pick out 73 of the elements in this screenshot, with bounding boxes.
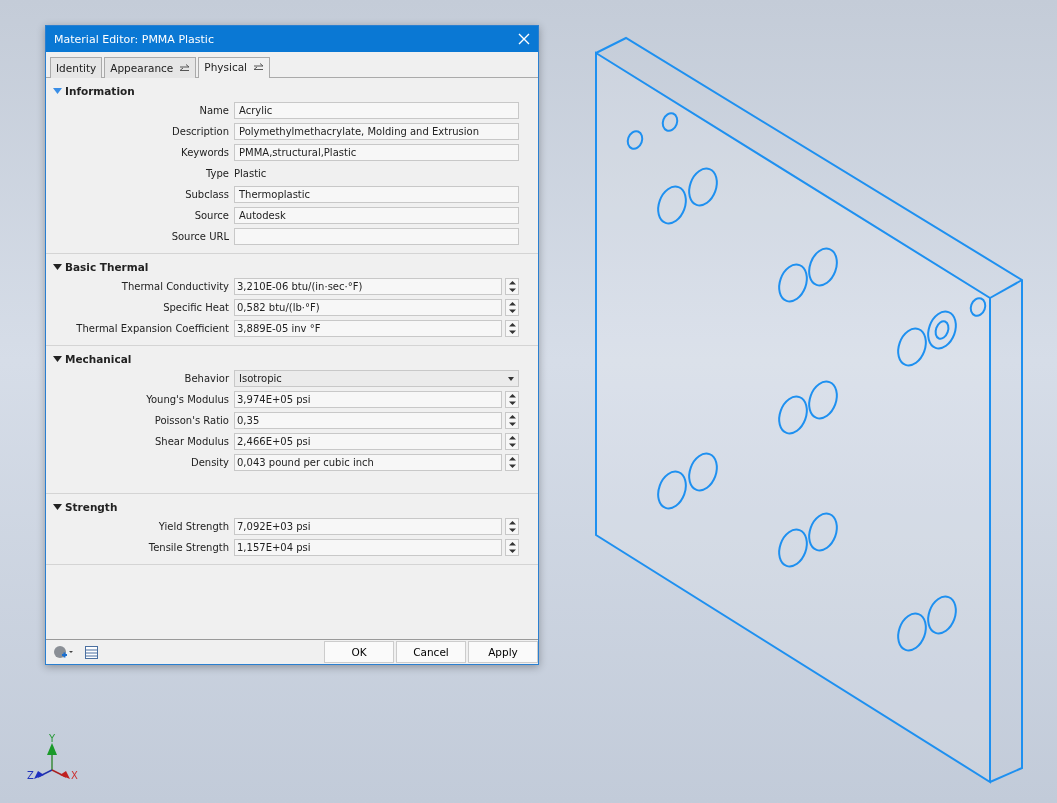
up-down-arrows-icon bbox=[508, 414, 516, 427]
property-value: Plastic bbox=[234, 168, 267, 179]
number-field[interactable]: 0,35 bbox=[234, 412, 502, 429]
text-field[interactable] bbox=[234, 228, 519, 245]
number-field[interactable]: 3,974E+05 psi bbox=[234, 391, 502, 408]
up-down-arrows-icon bbox=[508, 456, 516, 469]
property-label: Thermal Conductivity bbox=[120, 281, 230, 292]
property-label: Shear Modulus bbox=[154, 436, 230, 447]
spinner-button[interactable] bbox=[505, 391, 519, 408]
number-field[interactable]: 2,466E+05 psi bbox=[234, 433, 502, 450]
axis-label: Z bbox=[27, 770, 34, 781]
text-field[interactable]: Polymethylmethacrylate, Molding and Extrusion bbox=[234, 123, 519, 140]
section-title: Strength bbox=[65, 500, 118, 513]
caret-icon bbox=[508, 376, 514, 381]
text-field[interactable]: Autodesk bbox=[234, 207, 519, 224]
tab[interactable]: Appearance bbox=[104, 57, 197, 78]
property-label: Source URL bbox=[170, 231, 230, 242]
spinner-button[interactable] bbox=[505, 278, 519, 295]
section-title: Information bbox=[65, 84, 135, 97]
property-label: Keywords bbox=[180, 147, 230, 158]
tab[interactable]: Identity bbox=[50, 57, 103, 78]
property-label: Type bbox=[205, 168, 230, 179]
up-down-arrows-icon bbox=[508, 435, 516, 448]
property-label: Behavior bbox=[183, 373, 230, 384]
collapse-triangle-icon[interactable] bbox=[53, 354, 62, 363]
dialog-button[interactable]: Apply bbox=[468, 641, 538, 663]
axis-label: X bbox=[71, 770, 78, 781]
property-label: Name bbox=[198, 105, 230, 116]
spinner-button[interactable] bbox=[505, 412, 519, 429]
property-label: Poisson's Ratio bbox=[153, 415, 230, 426]
dialog-button[interactable]: OK bbox=[324, 641, 394, 663]
property-label: Yield Strength bbox=[157, 521, 230, 532]
up-down-arrows-icon bbox=[508, 280, 516, 293]
number-field[interactable]: 7,092E+03 psi bbox=[234, 518, 502, 535]
window-title: Material Editor: PMMA Plastic bbox=[54, 32, 214, 46]
dropdown[interactable]: Isotropic bbox=[234, 370, 519, 387]
property-label: Specific Heat bbox=[162, 302, 230, 313]
number-field[interactable]: 3,210E-06 btu/(in·sec·°F) bbox=[234, 278, 502, 295]
list-view-icon[interactable] bbox=[85, 645, 98, 659]
spinner-button[interactable] bbox=[505, 433, 519, 450]
property-label: Tensile Strength bbox=[147, 542, 230, 553]
property-label: Source bbox=[193, 210, 230, 221]
collapse-triangle-icon[interactable] bbox=[53, 502, 62, 511]
property-label: Subclass bbox=[184, 189, 230, 200]
up-down-arrows-icon bbox=[508, 520, 516, 533]
spinner-button[interactable] bbox=[505, 320, 519, 337]
property-label: Thermal Expansion Coefficient bbox=[75, 323, 230, 334]
text-field[interactable]: Thermoplastic bbox=[234, 186, 519, 203]
number-field[interactable]: 0,582 btu/(lb·°F) bbox=[234, 299, 502, 316]
number-field[interactable]: 0,043 pound per cubic inch bbox=[234, 454, 502, 471]
up-down-arrows-icon bbox=[508, 322, 516, 335]
section-title: Basic Thermal bbox=[65, 260, 149, 273]
spinner-button[interactable] bbox=[505, 454, 519, 471]
axis-label: Y bbox=[49, 733, 56, 744]
spinner-button[interactable] bbox=[505, 539, 519, 556]
section-title: Mechanical bbox=[65, 352, 132, 365]
property-label: Young's Modulus bbox=[145, 394, 230, 405]
text-field[interactable]: PMMA,structural,Plastic bbox=[234, 144, 519, 161]
up-down-arrows-icon bbox=[508, 541, 516, 554]
spinner-button[interactable] bbox=[505, 518, 519, 535]
up-down-arrows-icon bbox=[508, 301, 516, 314]
tab[interactable]: Physical bbox=[198, 57, 270, 78]
add-material-icon[interactable] bbox=[53, 645, 73, 659]
number-field[interactable]: 3,889E-05 inv °F bbox=[234, 320, 502, 337]
collapse-triangle-icon[interactable] bbox=[53, 262, 62, 271]
close-icon[interactable] bbox=[518, 33, 530, 45]
dialog-button[interactable]: Cancel bbox=[396, 641, 466, 663]
text-field[interactable]: Acrylic bbox=[234, 102, 519, 119]
number-field[interactable]: 1,157E+04 psi bbox=[234, 539, 502, 556]
spinner-button[interactable] bbox=[505, 299, 519, 316]
property-label: Description bbox=[171, 126, 230, 137]
property-label: Density bbox=[189, 457, 230, 468]
up-down-arrows-icon bbox=[508, 393, 516, 406]
